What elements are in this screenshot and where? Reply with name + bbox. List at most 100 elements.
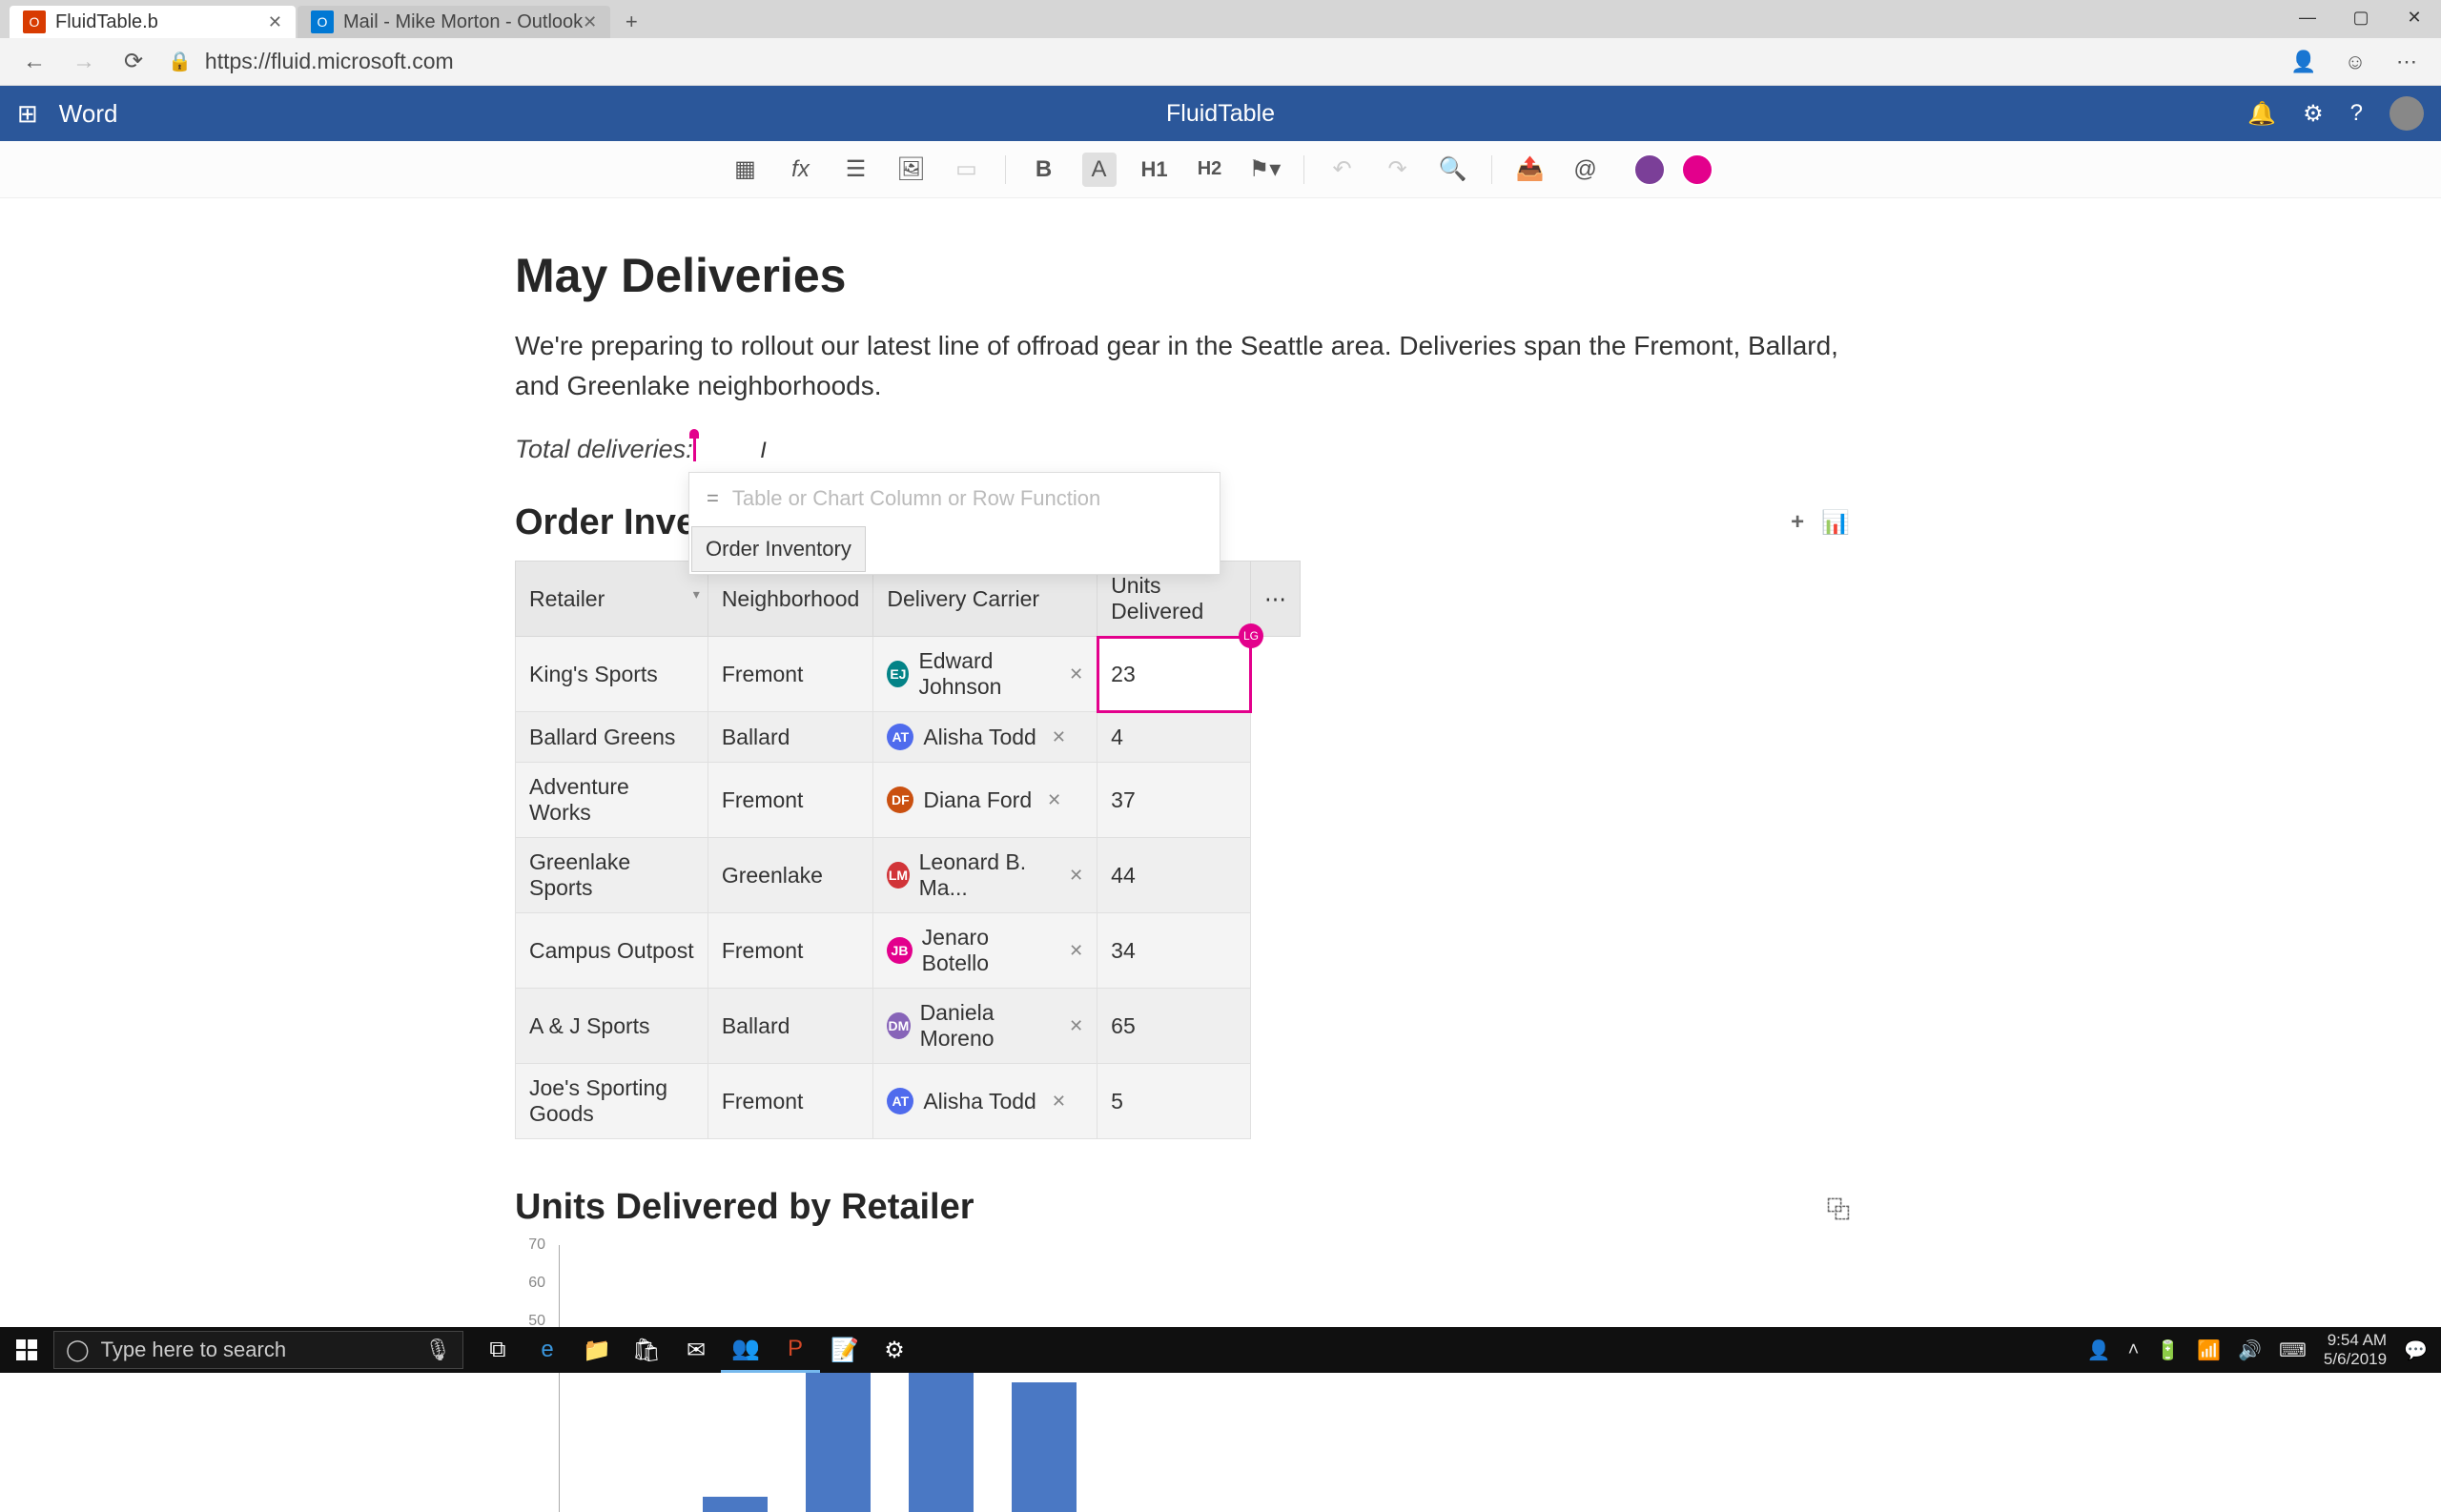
battery-icon[interactable]: 🔋 (2156, 1338, 2180, 1362)
cell-neighborhood[interactable]: Greenlake (708, 838, 873, 913)
bold-button[interactable]: B (1027, 153, 1061, 187)
feedback-icon[interactable]: ☺ (2340, 47, 2370, 77)
image-icon[interactable]: 🖼 (894, 153, 929, 187)
search-icon[interactable]: 🔍 (1436, 153, 1470, 187)
table-row[interactable]: Greenlake SportsGreenlakeLMLeonard B. Ma… (516, 838, 1301, 913)
cell-neighborhood[interactable]: Fremont (708, 1064, 873, 1139)
explorer-icon[interactable]: 📁 (572, 1327, 622, 1373)
add-column-icon[interactable]: + (1791, 509, 1804, 537)
flag-icon[interactable]: ⚑▾ (1248, 153, 1282, 187)
table-row[interactable]: A & J SportsBallardDMDaniela Moreno✕65 (516, 989, 1301, 1064)
cell-retailer[interactable]: A & J Sports (516, 989, 708, 1064)
cell-carrier[interactable]: DMDaniela Moreno✕ (873, 989, 1097, 1064)
table-row[interactable]: Ballard GreensBallardATAlisha Todd✕4 (516, 712, 1301, 763)
total-deliveries-line[interactable]: Total deliveries: I (515, 435, 1850, 464)
remove-person-icon[interactable]: ✕ (1047, 790, 1061, 810)
remove-person-icon[interactable]: ✕ (1069, 866, 1083, 886)
document-title[interactable]: FluidTable (1166, 100, 1275, 128)
cell-units[interactable]: 34 (1097, 913, 1251, 989)
powerpoint-icon[interactable]: P (770, 1327, 820, 1373)
settings-icon[interactable]: ⚙ (2303, 100, 2324, 128)
cell-carrier[interactable]: DFDiana Ford✕ (873, 763, 1097, 838)
cell-units[interactable]: 23 (1097, 637, 1251, 712)
cell-carrier[interactable]: LMLeonard B. Ma...✕ (873, 838, 1097, 913)
function-icon[interactable]: fx (784, 153, 818, 187)
remove-person-icon[interactable]: ✕ (1069, 941, 1083, 961)
mic-icon[interactable]: 🎙 (424, 1338, 451, 1362)
document-canvas[interactable]: May Deliveries We're preparing to rollou… (515, 248, 1850, 1512)
presence-avatar-2[interactable] (1681, 153, 1713, 186)
tray-chevron-icon[interactable]: ˄ (2128, 1339, 2140, 1361)
remove-person-icon[interactable]: ✕ (1069, 664, 1083, 684)
refresh-button[interactable]: ⟳ (118, 47, 149, 77)
share-icon[interactable]: 📤 (1513, 153, 1548, 187)
back-button[interactable]: ← (19, 47, 50, 77)
people-icon[interactable]: 👤 (2087, 1338, 2111, 1362)
cell-retailer[interactable]: Joe's Sporting Goods (516, 1064, 708, 1139)
cell-carrier[interactable]: ATAlisha Todd✕ (873, 1064, 1097, 1139)
mention-icon[interactable]: @ (1569, 153, 1603, 187)
chart-icon[interactable]: 📊 (1821, 509, 1850, 537)
presence-avatar-1[interactable] (1633, 153, 1666, 186)
chart-bar[interactable] (1012, 1382, 1077, 1512)
notes-icon[interactable]: 📝 (820, 1327, 870, 1373)
store-icon[interactable]: 🛍 (622, 1327, 671, 1373)
table-row[interactable]: Campus OutpostFremontJBJenaro Botello✕34 (516, 913, 1301, 989)
cell-carrier[interactable]: ATAlisha Todd✕ (873, 712, 1097, 763)
chart-bar[interactable] (703, 1497, 768, 1512)
app-launcher-icon[interactable]: ⊞ (17, 99, 38, 129)
cell-carrier[interactable]: JBJenaro Botello✕ (873, 913, 1097, 989)
cell-neighborhood[interactable]: Ballard (708, 989, 873, 1064)
help-icon[interactable]: ? (2350, 100, 2363, 127)
table-icon[interactable]: ▦ (728, 153, 763, 187)
undo-button[interactable]: ↶ (1325, 153, 1360, 187)
formula-suggestion[interactable]: Order Inventory (691, 526, 866, 572)
cell-neighborhood[interactable]: Fremont (708, 913, 873, 989)
formula-input[interactable]: = Table or Chart Column or Row Function (689, 473, 1220, 524)
user-avatar[interactable] (2390, 96, 2424, 131)
heading1-button[interactable]: H1 (1138, 153, 1172, 187)
cell-retailer[interactable]: Ballard Greens (516, 712, 708, 763)
cell-retailer[interactable]: King's Sports (516, 637, 708, 712)
remove-person-icon[interactable]: ✕ (1069, 1016, 1083, 1036)
cell-carrier[interactable]: EJEdward Johnson✕ (873, 637, 1097, 712)
mail-icon[interactable]: ✉ (671, 1327, 721, 1373)
remove-person-icon[interactable]: ✕ (1052, 1092, 1066, 1112)
new-tab-button[interactable]: + (612, 6, 650, 38)
cell-units[interactable]: 44 (1097, 838, 1251, 913)
url-input[interactable]: 🔒 https://fluid.microsoft.com (168, 49, 2269, 74)
edge-icon[interactable]: e (523, 1327, 572, 1373)
start-button[interactable] (0, 1327, 53, 1373)
redo-button[interactable]: ↷ (1381, 153, 1415, 187)
cell-retailer[interactable]: Greenlake Sports (516, 838, 708, 913)
teams-icon[interactable]: 👥 (721, 1327, 770, 1373)
volume-icon[interactable]: 🔊 (2238, 1338, 2262, 1362)
notifications-icon[interactable]: 🔔 (2247, 100, 2276, 128)
table-row[interactable]: Joe's Sporting GoodsFremontATAlisha Todd… (516, 1064, 1301, 1139)
close-window-button[interactable]: ✕ (2388, 0, 2441, 34)
cell-units[interactable]: 4 (1097, 712, 1251, 763)
menu-icon[interactable]: ⋯ (2391, 47, 2422, 77)
cell-retailer[interactable]: Campus Outpost (516, 913, 708, 989)
table-row[interactable]: King's SportsFremontEJEdward Johnson✕23 (516, 637, 1301, 712)
table-row[interactable]: Adventure WorksFremontDFDiana Ford✕37 (516, 763, 1301, 838)
component-icon[interactable]: ▭ (950, 153, 984, 187)
taskbar-search[interactable]: ◯ Type here to search 🎙 (53, 1331, 463, 1369)
col-retailer[interactable]: Retailer▾ (516, 562, 708, 637)
cell-retailer[interactable]: Adventure Works (516, 763, 708, 838)
cell-units[interactable]: 5 (1097, 1064, 1251, 1139)
chart-heading[interactable]: Units Delivered by Retailer ⿻ (515, 1187, 1850, 1228)
taskbar-clock[interactable]: 9:54 AM 5/6/2019 (2324, 1331, 2387, 1368)
close-icon[interactable]: ✕ (268, 12, 282, 32)
cell-neighborhood[interactable]: Ballard (708, 712, 873, 763)
minimize-button[interactable]: — (2281, 0, 2334, 34)
order-inventory-table[interactable]: Retailer▾ Neighborhood Delivery Carrier … (515, 561, 1301, 1139)
browser-tab-inactive[interactable]: O Mail - Mike Morton - Outlook ✕ (297, 6, 610, 38)
font-color-button[interactable]: A (1082, 153, 1117, 187)
browser-tab-active[interactable]: O FluidTable.b ✕ (10, 6, 296, 38)
keyboard-icon[interactable]: ⌨ (2279, 1338, 2307, 1362)
page-heading[interactable]: May Deliveries (515, 248, 1850, 303)
action-center-icon[interactable]: 💬 (2404, 1338, 2428, 1362)
app-icon[interactable]: ⚙ (870, 1327, 919, 1373)
profile-icon[interactable]: 👤 (2288, 47, 2319, 77)
